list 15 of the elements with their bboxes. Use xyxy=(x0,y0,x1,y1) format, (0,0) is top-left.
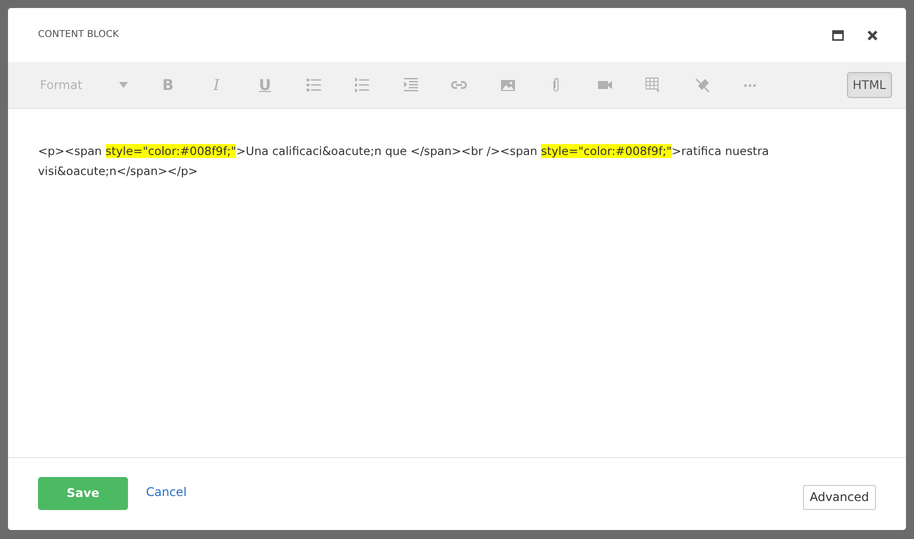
maximize-button[interactable] xyxy=(830,27,846,43)
cancel-link[interactable]: Cancel xyxy=(146,483,187,501)
save-button[interactable]: Save xyxy=(38,476,128,510)
bullet-list-icon xyxy=(306,77,322,93)
html-mode-button[interactable]: HTML xyxy=(846,72,892,98)
dialog-title: CONTENT BLOCK xyxy=(38,28,119,42)
caret-icon xyxy=(119,82,128,88)
eraser-icon xyxy=(694,77,710,93)
table-icon xyxy=(645,77,661,93)
image-icon xyxy=(500,77,516,93)
numbered-list-icon xyxy=(354,77,370,93)
indent-icon xyxy=(402,77,418,93)
advanced-button[interactable]: Advanced xyxy=(802,484,876,510)
more-icon xyxy=(744,84,756,86)
html-source-text[interactable]: <p><span style="color:#008f9f;">Una calificaci&oacute;n que </span><br /><span style="color:#008f9f;">ratifica nuestra visi&oacute;n</span></p> xyxy=(8,109,906,457)
